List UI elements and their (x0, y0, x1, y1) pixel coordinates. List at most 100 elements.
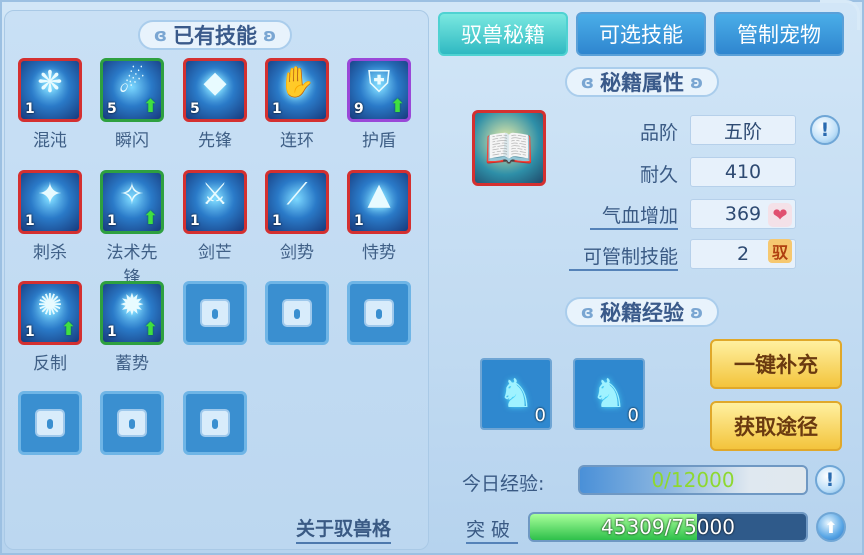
manual-book-icon[interactable]: 📖 (472, 110, 546, 186)
swirl-right-icon: ʚ (690, 71, 704, 93)
skill-name: 反制 (33, 354, 67, 374)
swirl-right-icon: ʚ (263, 24, 277, 46)
hp-bonus-label[interactable]: 气血增加 (590, 201, 678, 230)
skill-level: 1 (107, 213, 117, 229)
skill-level: 9 (354, 101, 364, 117)
skill-level: 1 (107, 324, 117, 340)
skill-item[interactable]: ⛨ 9 ⬆ 护盾 (347, 58, 411, 151)
skill-item[interactable]: ⟋ 1 剑势 (265, 170, 329, 263)
info-icon[interactable]: ! (815, 465, 845, 495)
locked-skill-slot[interactable] (347, 281, 411, 345)
locked-skill-slot[interactable] (18, 391, 82, 455)
skill-glyph-icon: ⟋ (286, 177, 308, 212)
skill-item[interactable]: ❋ 1 混沌 (18, 58, 82, 151)
swirl-left-icon: ɞ (580, 301, 594, 323)
skill-icon: ✺ 1 ⬆ (18, 281, 82, 345)
owned-skills-title: ɞ 已有技能 ʚ (138, 20, 292, 50)
grade-value: 五阶 (690, 115, 796, 145)
locked-skill-slot[interactable] (183, 281, 247, 345)
swirl-left-icon: ɞ (580, 71, 594, 93)
controllable-skills-label[interactable]: 可管制技能 (569, 242, 678, 271)
skill-icon: ⟋ 1 (265, 170, 329, 234)
swirl-right-icon: ʚ (690, 301, 704, 323)
skill-glyph-icon: ✋ (278, 65, 316, 100)
about-pet-slot-link[interactable]: 关于驭兽格 (296, 514, 392, 544)
skill-name: 恃势 (362, 243, 396, 263)
skill-level: 1 (25, 324, 35, 340)
experience-title: ɞ 秘籍经验 ʚ (565, 297, 719, 327)
exp-item-small[interactable]: ♞ 0 (480, 358, 552, 430)
skill-icon: ⛨ 9 ⬆ (347, 58, 411, 122)
grade-label: 品阶 (639, 122, 678, 144)
today-exp-label: 今日经验: (462, 473, 545, 495)
upgrade-arrow-icon[interactable]: ⬆ (816, 512, 846, 542)
refill-button[interactable]: 一键补充 (710, 339, 842, 389)
skill-icon: ✧ 1 ⬆ (100, 170, 164, 234)
skill-icon: ✦ 1 (18, 170, 82, 234)
skill-name: 先锋 (198, 131, 232, 151)
skill-item[interactable]: ✧ 1 ⬆ 法术先锋 (100, 170, 164, 288)
tab-optional-skills[interactable]: 可选技能 (576, 12, 706, 56)
skill-item[interactable]: ⚔ 1 剑芒 (183, 170, 247, 263)
upgrade-arrow-icon: ⬆ (142, 208, 158, 229)
skill-name: 剑芒 (198, 243, 232, 263)
skill-item[interactable]: ◆ 5 先锋 (183, 58, 247, 151)
tab-pet-manual[interactable]: 驭兽秘籍 (438, 12, 568, 56)
skill-glyph-icon: ✦ (37, 177, 63, 212)
skill-item[interactable]: ✦ 1 刺杀 (18, 170, 82, 263)
durability-label: 耐久 (639, 164, 678, 186)
skill-level: 1 (25, 213, 35, 229)
locked-skill-slot[interactable] (183, 391, 247, 455)
skill-icon: ▲ 1 (347, 170, 411, 234)
swirl-left-icon: ɞ (153, 24, 167, 46)
durability-value: 410 (690, 157, 796, 187)
info-icon[interactable]: ! (810, 115, 840, 145)
item-count: 0 (627, 405, 639, 426)
skill-item[interactable]: ☄ 5 ⬆ 瞬闪 (100, 58, 164, 151)
obtain-source-button[interactable]: 获取途径 (710, 401, 842, 451)
skill-name: 蓄势 (115, 354, 149, 374)
attributes-title: ɞ 秘籍属性 ʚ (565, 67, 719, 97)
skill-name: 瞬闪 (115, 131, 149, 151)
skill-glyph-icon: ✺ (37, 288, 63, 323)
locked-skill-slot[interactable] (265, 281, 329, 345)
skill-glyph-icon: ❋ (37, 65, 63, 100)
skill-item[interactable]: ▲ 1 恃势 (347, 170, 411, 263)
skill-level: 1 (272, 213, 282, 229)
lock-icon (364, 299, 394, 327)
skill-item[interactable]: ✋ 1 连环 (265, 58, 329, 151)
skill-item[interactable]: ✺ 1 ⬆ 反制 (18, 281, 82, 374)
skill-glyph-icon: ◆ (203, 65, 227, 100)
skill-name: 剑势 (280, 243, 314, 263)
heart-icon: ❤ (768, 203, 792, 227)
control-tag-icon: 驭 (768, 239, 792, 263)
breakthrough-value: 45309/75000 (601, 515, 735, 539)
upgrade-arrow-icon: ⬆ (142, 96, 158, 117)
skill-glyph-icon: ✧ (119, 177, 145, 212)
breakthrough-label[interactable]: 突 破 (466, 515, 518, 544)
skill-glyph-icon: ⛨ (367, 65, 391, 100)
skill-icon: ⚔ 1 (183, 170, 247, 234)
skill-level: 5 (107, 101, 117, 117)
skill-glyph-icon: ✹ (119, 288, 145, 323)
lock-icon (200, 409, 230, 437)
lock-icon (35, 409, 65, 437)
locked-skill-slot[interactable] (100, 391, 164, 455)
skill-name: 连环 (280, 131, 314, 151)
skill-item[interactable]: ✹ 1 ⬆ 蓄势 (100, 281, 164, 374)
skill-glyph-icon: ☄ (118, 65, 146, 100)
skill-level: 5 (190, 101, 200, 117)
lock-icon (200, 299, 230, 327)
exp-item-large[interactable]: ♞ 0 (573, 358, 645, 430)
skill-name: 混沌 (33, 131, 67, 151)
lock-icon (282, 299, 312, 327)
skill-level: 1 (25, 101, 35, 117)
horse-head-icon: ♞ (498, 371, 534, 417)
skill-icon: ✹ 1 ⬆ (100, 281, 164, 345)
horse-head-icon: ♞ (591, 371, 627, 417)
skill-icon: ✋ 1 (265, 58, 329, 122)
upgrade-arrow-icon: ⬆ (60, 319, 76, 340)
skill-icon: ☄ 5 ⬆ (100, 58, 164, 122)
tab-controlled-pets[interactable]: 管制宠物 (714, 12, 844, 56)
lock-icon (117, 409, 147, 437)
